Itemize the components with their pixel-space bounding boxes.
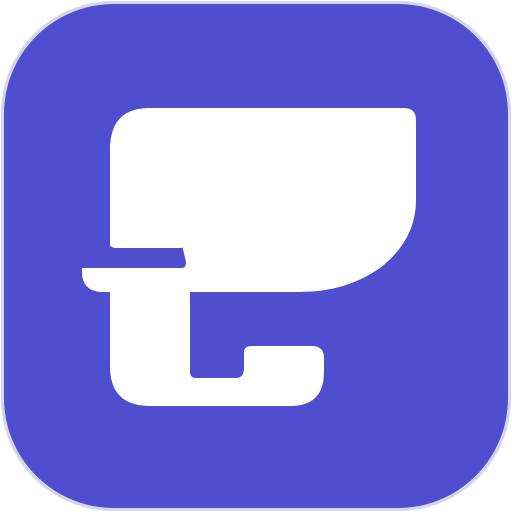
app-icon-graphic xyxy=(1,1,511,511)
app-icon[interactable] xyxy=(0,0,512,512)
